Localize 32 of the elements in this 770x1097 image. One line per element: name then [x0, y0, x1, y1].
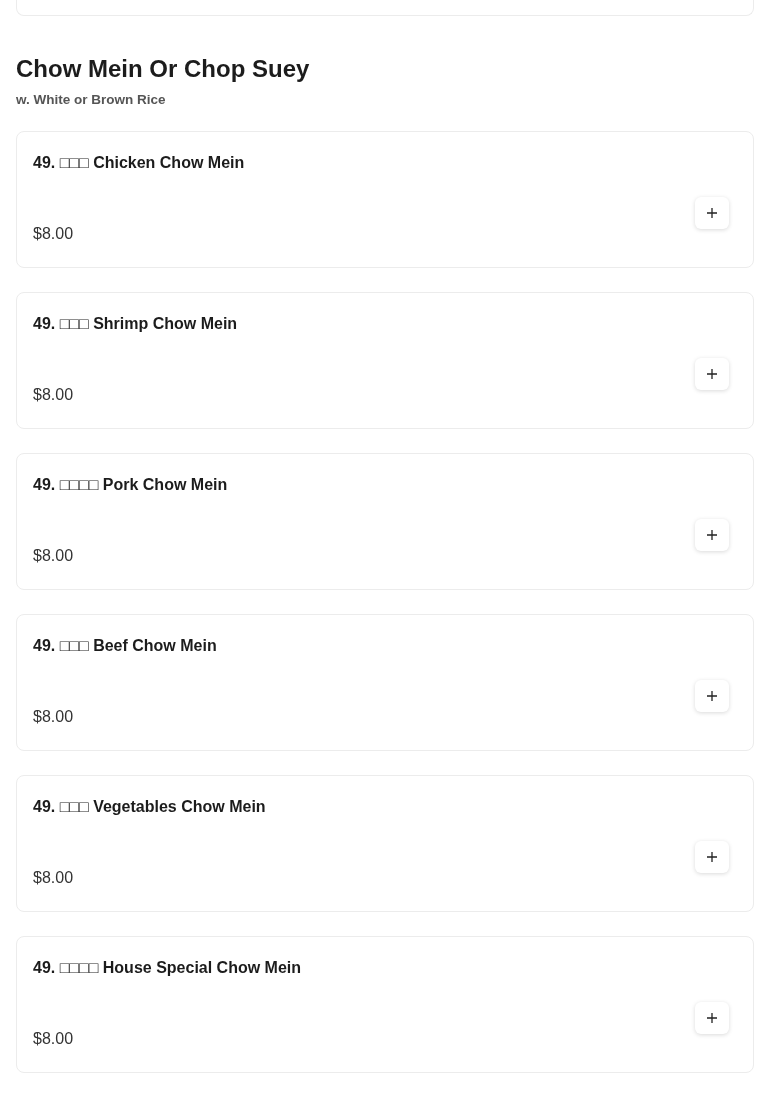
add-button[interactable] — [695, 519, 729, 551]
plus-icon — [706, 207, 718, 219]
add-button[interactable] — [695, 358, 729, 390]
item-name: 49. □□□ Chicken Chow Mein — [33, 154, 246, 172]
plus-icon — [706, 851, 718, 863]
add-button[interactable] — [695, 841, 729, 873]
plus-icon — [706, 368, 718, 380]
menu-item-card[interactable]: 49. □□□ Beef Chow Mein $8.00 — [16, 614, 754, 751]
add-button[interactable] — [695, 197, 729, 229]
section-title: Chow Mein Or Chop Suey — [16, 54, 311, 84]
item-name: 49. □□□ Vegetables Chow Mein — [33, 798, 267, 816]
menu-item-card[interactable]: 49. □□□ Chicken Chow Mein $8.00 — [16, 131, 754, 268]
item-price: $8.00 — [33, 547, 74, 565]
menu-item-card[interactable]: 49. □□□□ House Special Chow Mein $8.00 — [16, 936, 754, 1073]
menu-item-card[interactable]: 49. □□□ Shrimp Chow Mein $8.00 — [16, 292, 754, 429]
menu-item-card[interactable]: 49. □□□ Vegetables Chow Mein $8.00 — [16, 775, 754, 912]
plus-icon — [706, 1012, 718, 1024]
item-price: $8.00 — [33, 1030, 74, 1048]
item-price: $8.00 — [33, 708, 74, 726]
menu-item-card[interactable]: 49. □□□□ Pork Chow Mein $8.00 — [16, 453, 754, 590]
item-name: 49. □□□□ Pork Chow Mein — [33, 476, 229, 494]
item-price: $8.00 — [33, 386, 74, 404]
item-price: $8.00 — [33, 869, 74, 887]
plus-icon — [706, 690, 718, 702]
item-name: 49. □□□ Beef Chow Mein — [33, 637, 218, 655]
add-button[interactable] — [695, 1002, 729, 1034]
item-name: 49. □□□ Shrimp Chow Mein — [33, 315, 239, 333]
section-subtitle: w. White or Brown Rice — [16, 92, 167, 107]
add-button[interactable] — [695, 680, 729, 712]
plus-icon — [706, 529, 718, 541]
item-name: 49. □□□□ House Special Chow Mein — [33, 959, 303, 977]
item-price: $8.00 — [33, 225, 74, 243]
